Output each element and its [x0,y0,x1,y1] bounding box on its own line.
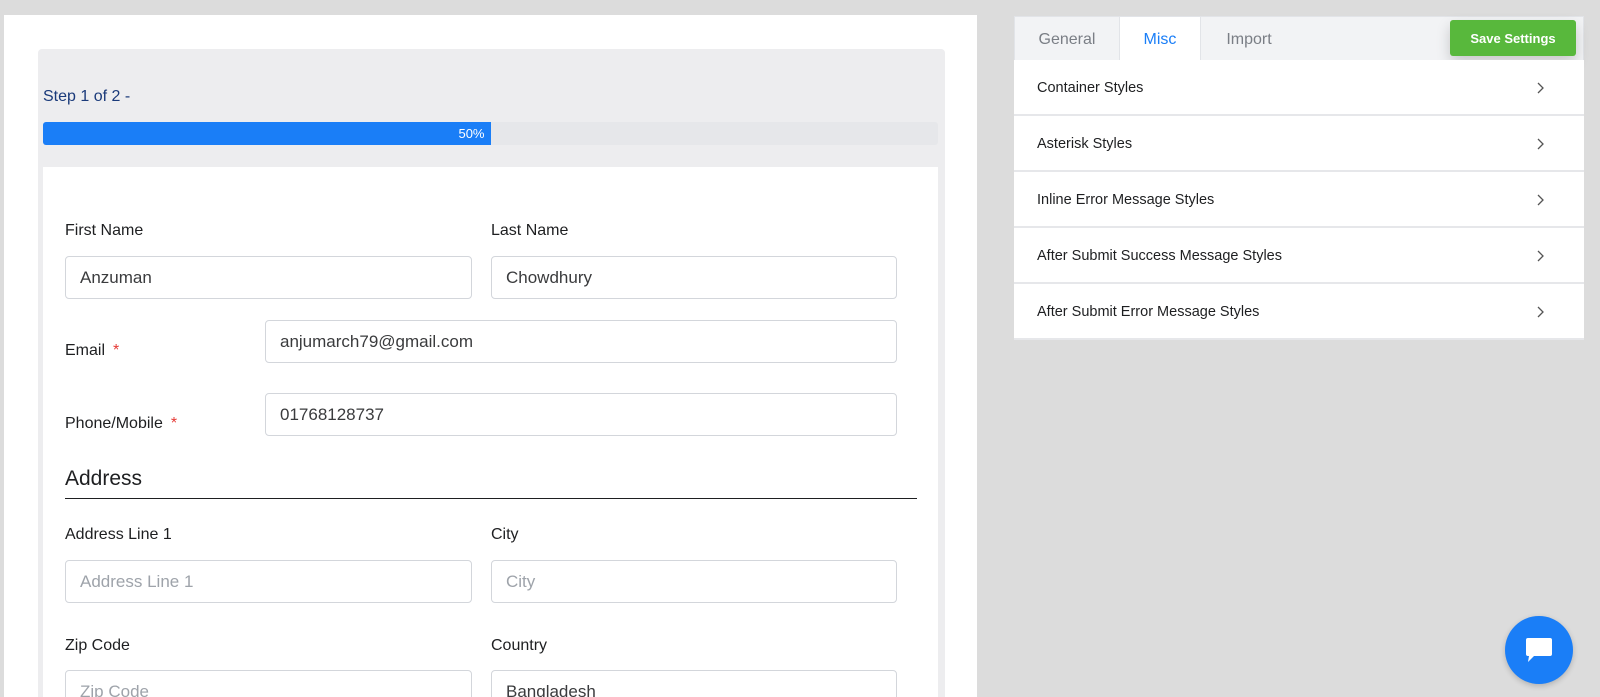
accordion-item-label: Asterisk Styles [1037,136,1133,152]
zip-code-input[interactable]: Zip Code [65,670,472,697]
form-container: Step 1 of 2 - 50% First Name Anzuman Las… [38,49,945,697]
progress-bar: 50% [43,122,938,145]
progress-percent: 50% [458,126,485,141]
first-name-label: First Name [65,222,144,239]
step-indicator: Step 1 of 2 - [43,88,131,105]
chevron-right-icon [1537,194,1544,206]
phone-label-text: Phone/Mobile [65,415,163,432]
email-label: Email * [65,342,119,360]
save-settings-button[interactable]: Save Settings [1450,20,1576,56]
address-line1-input[interactable]: Address Line 1 [65,560,472,603]
accordion-item-success-message-styles[interactable]: After Submit Success Message Styles [1014,228,1584,284]
accordion-item-error-message-styles[interactable]: After Submit Error Message Styles [1014,284,1584,340]
country-select[interactable]: Bangladesh [491,670,897,697]
last-name-input[interactable]: Chowdhury [491,256,897,299]
city-label: City [491,526,519,543]
chevron-right-icon [1537,82,1544,94]
accordion-item-label: Inline Error Message Styles [1037,192,1215,208]
tab-general[interactable]: General [1015,17,1119,62]
accordion-item-label: Container Styles [1037,80,1144,96]
last-name-label: Last Name [491,222,569,239]
tab-import[interactable]: Import [1201,17,1297,62]
address-section-title: Address [65,467,143,490]
accordion-item-label: After Submit Success Message Styles [1037,248,1282,264]
form-preview-panel: Step 1 of 2 - 50% First Name Anzuman Las… [4,15,977,697]
phone-label: Phone/Mobile * [65,415,177,433]
section-divider [65,498,917,499]
accordion-item-inline-error-styles[interactable]: Inline Error Message Styles [1014,172,1584,228]
accordion-item-asterisk-styles[interactable]: Asterisk Styles [1014,116,1584,172]
email-label-text: Email [65,342,106,359]
chat-bubble-icon [1526,638,1552,662]
form-fields-card: First Name Anzuman Last Name Chowdhury E… [43,167,938,697]
style-accordion: Container Styles Asterisk Styles Inline … [1014,60,1584,340]
required-asterisk: * [113,342,120,359]
phone-input[interactable]: 01768128737 [265,393,897,436]
accordion-item-label: After Submit Error Message Styles [1037,304,1260,320]
chevron-right-icon [1537,138,1544,150]
chat-button[interactable] [1505,616,1573,684]
chevron-right-icon [1537,250,1544,262]
city-input[interactable]: City [491,560,897,603]
country-label: Country [491,637,548,654]
email-input[interactable]: anjumarch79@gmail.com [265,320,897,363]
chevron-right-icon [1537,306,1544,318]
progress-bar-fill: 50% [43,122,491,145]
accordion-item-container-styles[interactable]: Container Styles [1014,60,1584,116]
required-asterisk: * [170,415,178,432]
address-line1-label: Address Line 1 [65,526,172,543]
tab-misc[interactable]: Misc [1119,17,1201,63]
zip-code-label: Zip Code [65,637,130,654]
first-name-input[interactable]: Anzuman [65,256,472,299]
